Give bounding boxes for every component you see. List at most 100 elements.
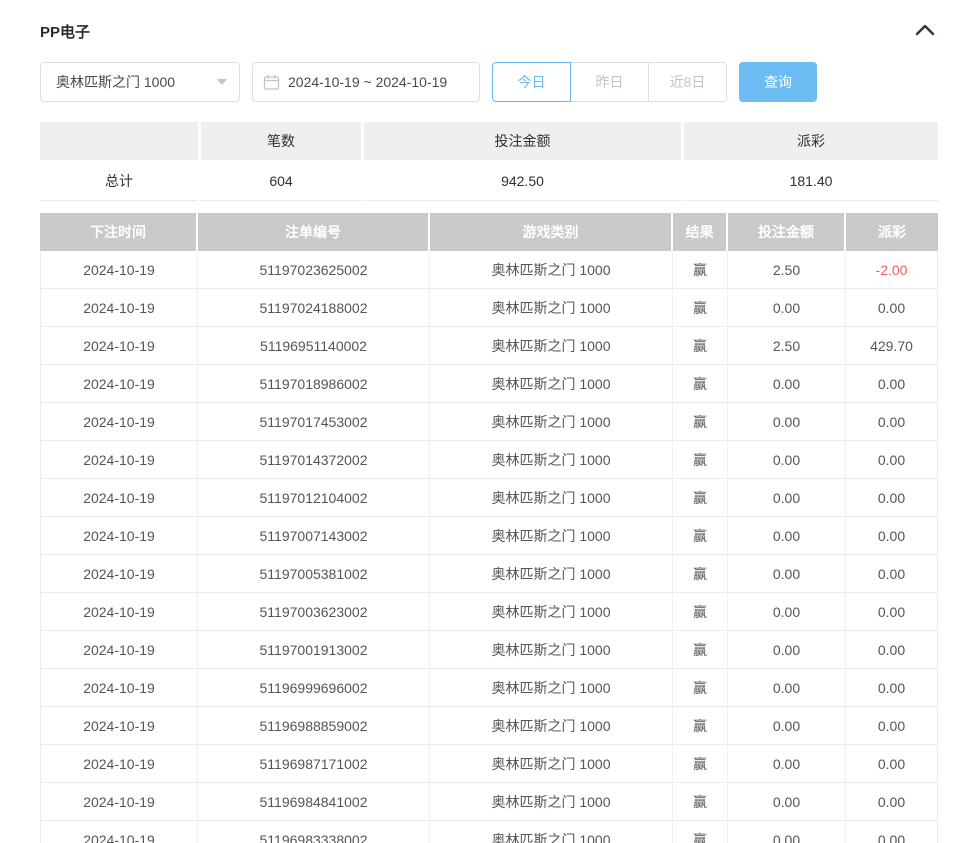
panel-header: PP电子 bbox=[40, 20, 938, 42]
cell-result: 赢 bbox=[673, 631, 728, 669]
cell-bet-time: 2024-10-19 bbox=[40, 783, 198, 821]
col-game-type: 游戏类别 bbox=[430, 213, 673, 251]
table-row: 2024-10-19 51196984841002 奥林匹斯之门 1000 赢 … bbox=[40, 783, 938, 821]
cell-game-type: 奥林匹斯之门 1000 bbox=[430, 517, 673, 555]
cell-bet-amount: 0.00 bbox=[728, 403, 846, 441]
cell-game-type: 奥林匹斯之门 1000 bbox=[430, 479, 673, 517]
panel-title: PP电子 bbox=[40, 21, 90, 42]
summary-table: 笔数 投注金额 派彩 总计 604 942.50 181.40 bbox=[40, 122, 938, 201]
col-payout: 派彩 bbox=[846, 213, 938, 251]
cell-bet-time: 2024-10-19 bbox=[40, 289, 198, 327]
cell-game-type: 奥林匹斯之门 1000 bbox=[430, 327, 673, 365]
cell-bet-amount: 0.00 bbox=[728, 479, 846, 517]
cell-game-type: 奥林匹斯之门 1000 bbox=[430, 783, 673, 821]
cell-bet-id: 51197023625002 bbox=[198, 251, 430, 289]
cell-bet-amount: 0.00 bbox=[728, 669, 846, 707]
cell-payout: 0.00 bbox=[846, 517, 938, 555]
col-result: 结果 bbox=[673, 213, 728, 251]
cell-bet-id: 51196987171002 bbox=[198, 745, 430, 783]
cell-game-type: 奥林匹斯之门 1000 bbox=[430, 821, 673, 843]
summary-total-payout: 181.40 bbox=[684, 162, 938, 201]
bet-table: 下注时间 注单编号 游戏类别 结果 投注金额 派彩 2024-10-19 511… bbox=[40, 213, 938, 843]
cell-bet-amount: 0.00 bbox=[728, 707, 846, 745]
bet-table-body: 2024-10-19 51197023625002 奥林匹斯之门 1000 赢 … bbox=[40, 251, 938, 843]
quick-date-group: 今日 昨日 近8日 bbox=[492, 62, 727, 102]
cell-payout: 0.00 bbox=[846, 669, 938, 707]
cell-bet-time: 2024-10-19 bbox=[40, 593, 198, 631]
cell-game-type: 奥林匹斯之门 1000 bbox=[430, 441, 673, 479]
cell-bet-time: 2024-10-19 bbox=[40, 555, 198, 593]
cell-game-type: 奥林匹斯之门 1000 bbox=[430, 251, 673, 289]
cell-bet-time: 2024-10-19 bbox=[40, 745, 198, 783]
cell-bet-amount: 0.00 bbox=[728, 593, 846, 631]
search-button[interactable]: 查询 bbox=[739, 62, 817, 102]
cell-bet-amount: 0.00 bbox=[728, 289, 846, 327]
cell-result: 赢 bbox=[673, 479, 728, 517]
cell-result: 赢 bbox=[673, 327, 728, 365]
cell-bet-time: 2024-10-19 bbox=[40, 631, 198, 669]
cell-game-type: 奥林匹斯之门 1000 bbox=[430, 555, 673, 593]
cell-result: 赢 bbox=[673, 783, 728, 821]
cell-payout: 0.00 bbox=[846, 365, 938, 403]
cell-result: 赢 bbox=[673, 745, 728, 783]
cell-result: 赢 bbox=[673, 289, 728, 327]
cell-result: 赢 bbox=[673, 669, 728, 707]
cell-game-type: 奥林匹斯之门 1000 bbox=[430, 365, 673, 403]
game-select-value: 奥林匹斯之门 1000 bbox=[56, 72, 217, 92]
table-row: 2024-10-19 51197007143002 奥林匹斯之门 1000 赢 … bbox=[40, 517, 938, 555]
cell-bet-id: 51196988859002 bbox=[198, 707, 430, 745]
cell-bet-time: 2024-10-19 bbox=[40, 327, 198, 365]
cell-result: 赢 bbox=[673, 593, 728, 631]
cell-game-type: 奥林匹斯之门 1000 bbox=[430, 289, 673, 327]
cell-payout: 0.00 bbox=[846, 403, 938, 441]
yesterday-button[interactable]: 昨日 bbox=[570, 62, 649, 102]
table-row: 2024-10-19 51196983338002 奥林匹斯之门 1000 赢 … bbox=[40, 821, 938, 843]
cell-bet-id: 51197017453002 bbox=[198, 403, 430, 441]
cell-payout: 0.00 bbox=[846, 707, 938, 745]
cell-bet-time: 2024-10-19 bbox=[40, 707, 198, 745]
table-row: 2024-10-19 51196987171002 奥林匹斯之门 1000 赢 … bbox=[40, 745, 938, 783]
cell-game-type: 奥林匹斯之门 1000 bbox=[430, 745, 673, 783]
table-row: 2024-10-19 51197017453002 奥林匹斯之门 1000 赢 … bbox=[40, 403, 938, 441]
cell-game-type: 奥林匹斯之门 1000 bbox=[430, 403, 673, 441]
cell-payout: 0.00 bbox=[846, 441, 938, 479]
cell-bet-id: 51197018986002 bbox=[198, 365, 430, 403]
cell-bet-amount: 0.00 bbox=[728, 517, 846, 555]
cell-bet-id: 51197003623002 bbox=[198, 593, 430, 631]
cell-bet-id: 51197014372002 bbox=[198, 441, 430, 479]
cell-bet-amount: 0.00 bbox=[728, 821, 846, 843]
cell-result: 赢 bbox=[673, 251, 728, 289]
collapse-button[interactable] bbox=[912, 20, 938, 42]
cell-bet-id: 51197005381002 bbox=[198, 555, 430, 593]
cell-bet-amount: 0.00 bbox=[728, 631, 846, 669]
cell-bet-amount: 0.00 bbox=[728, 365, 846, 403]
cell-result: 赢 bbox=[673, 365, 728, 403]
cell-bet-id: 51196951140002 bbox=[198, 327, 430, 365]
cell-payout: -2.00 bbox=[846, 251, 938, 289]
table-row: 2024-10-19 51197003623002 奥林匹斯之门 1000 赢 … bbox=[40, 593, 938, 631]
cell-bet-amount: 0.00 bbox=[728, 555, 846, 593]
cell-payout: 0.00 bbox=[846, 479, 938, 517]
cell-result: 赢 bbox=[673, 403, 728, 441]
summary-header-empty bbox=[40, 122, 198, 160]
date-range-input[interactable]: 2024-10-19 ~ 2024-10-19 bbox=[252, 62, 480, 102]
cell-bet-id: 51197007143002 bbox=[198, 517, 430, 555]
summary-total-bet-amount: 942.50 bbox=[364, 162, 681, 201]
chevron-up-icon bbox=[914, 23, 936, 40]
cell-result: 赢 bbox=[673, 517, 728, 555]
game-select[interactable]: 奥林匹斯之门 1000 bbox=[40, 62, 240, 102]
cell-bet-id: 51197012104002 bbox=[198, 479, 430, 517]
cell-bet-time: 2024-10-19 bbox=[40, 669, 198, 707]
pp-game-panel: PP电子 奥林匹斯之门 1000 2024-10-19 ~ 2024-10-19 bbox=[0, 0, 958, 843]
filter-bar: 奥林匹斯之门 1000 2024-10-19 ~ 2024-10-19 今日 昨… bbox=[40, 62, 938, 102]
cell-payout: 0.00 bbox=[846, 593, 938, 631]
table-row: 2024-10-19 51196999696002 奥林匹斯之门 1000 赢 … bbox=[40, 669, 938, 707]
date-range-value: 2024-10-19 ~ 2024-10-19 bbox=[288, 74, 447, 90]
col-bet-time: 下注时间 bbox=[40, 213, 198, 251]
cell-bet-amount: 0.00 bbox=[728, 441, 846, 479]
table-row: 2024-10-19 51197012104002 奥林匹斯之门 1000 赢 … bbox=[40, 479, 938, 517]
cell-payout: 0.00 bbox=[846, 631, 938, 669]
today-button[interactable]: 今日 bbox=[492, 62, 571, 102]
table-row: 2024-10-19 51197024188002 奥林匹斯之门 1000 赢 … bbox=[40, 289, 938, 327]
last8days-button[interactable]: 近8日 bbox=[648, 62, 727, 102]
